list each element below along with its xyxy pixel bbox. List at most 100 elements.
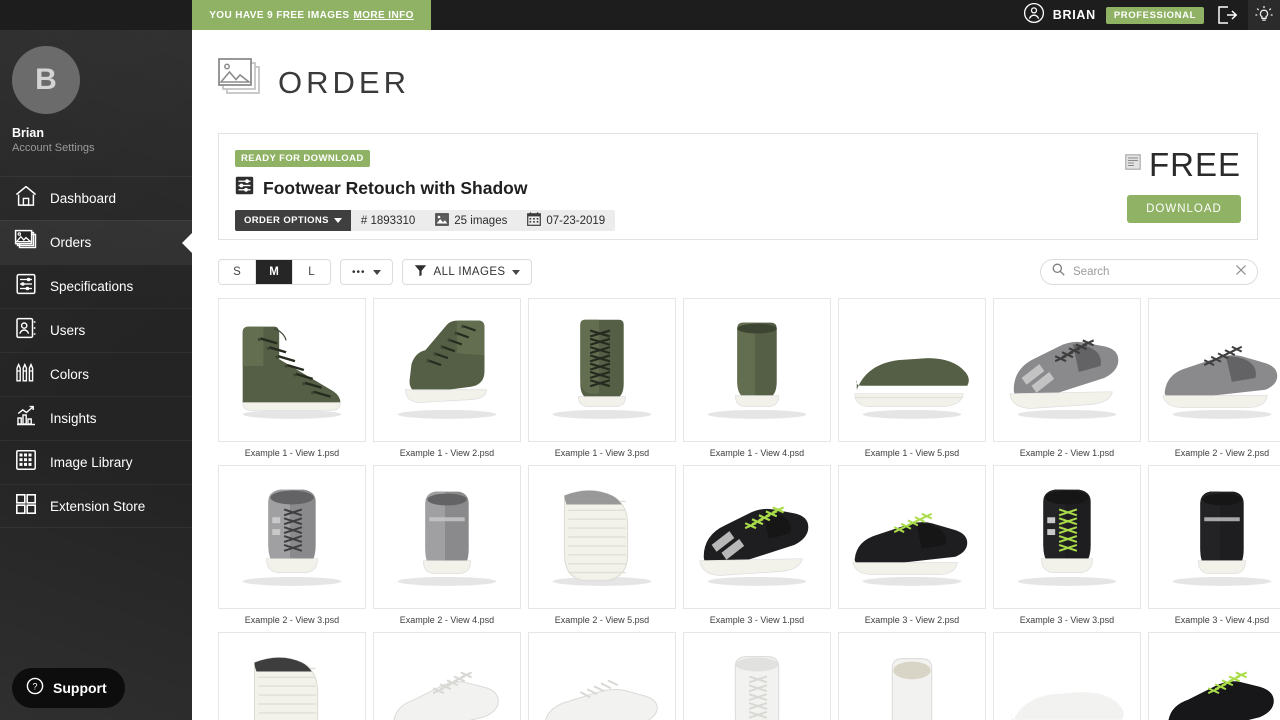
gallery-item[interactable]: Example 3 - View 1.psd: [683, 465, 831, 625]
close-icon[interactable]: [1235, 263, 1247, 281]
image-thumbnail[interactable]: [528, 298, 676, 442]
profile-name: Brian: [12, 126, 44, 140]
images-stack-icon: [218, 58, 264, 107]
account-settings-link[interactable]: Account Settings: [12, 142, 192, 154]
user-avatar-icon: [1023, 2, 1045, 29]
gallery-item[interactable]: Example 3 - View 4.psd: [1148, 465, 1280, 625]
sidebar-item-orders[interactable]: Orders: [0, 220, 192, 264]
sliders-icon: [14, 272, 38, 301]
gallery-item[interactable]: Example 1 - View 5.psd: [838, 298, 986, 458]
free-images-text: YOU HAVE 9 FREE IMAGES: [209, 9, 350, 21]
image-thumbnail[interactable]: [683, 298, 831, 442]
image-thumbnail[interactable]: [993, 465, 1141, 609]
sidebar-item-insights[interactable]: Insights: [0, 396, 192, 440]
sidebar-item-label: Dashboard: [50, 191, 117, 206]
order-date-value: 07-23-2019: [546, 214, 606, 227]
gallery-item[interactable]: Example 1 - View 1.psd: [218, 298, 366, 458]
support-label: Support: [53, 680, 107, 696]
more-info-link[interactable]: MORE INFO: [354, 10, 414, 21]
image-thumbnail[interactable]: [1148, 632, 1280, 720]
image-thumbnail[interactable]: [373, 298, 521, 442]
gallery-item[interactable]: [528, 632, 676, 720]
gallery-item[interactable]: Example 3 - View 3.psd: [993, 465, 1141, 625]
order-options-label: ORDER OPTIONS: [244, 215, 329, 226]
image-thumbnail[interactable]: [993, 632, 1141, 720]
image-thumbnail[interactable]: [683, 465, 831, 609]
gallery-item[interactable]: [993, 632, 1141, 720]
gallery-item[interactable]: Example 2 - View 5.psd: [528, 465, 676, 625]
sidebar-item-dashboard[interactable]: Dashboard: [0, 176, 192, 220]
image-thumbnail[interactable]: [528, 632, 676, 720]
image-thumbnail[interactable]: [838, 465, 986, 609]
image-count: 25 images: [425, 210, 517, 231]
download-button[interactable]: DOWNLOAD: [1127, 195, 1241, 223]
gallery-item[interactable]: [1148, 632, 1280, 720]
sidebar-item-label: Specifications: [50, 279, 134, 294]
sidebar-item-label: Image Library: [50, 455, 133, 470]
lightbulb-icon[interactable]: [1248, 0, 1280, 30]
sidebar-profile[interactable]: B Brian Account Settings: [0, 30, 192, 162]
gallery-item[interactable]: Example 1 - View 4.psd: [683, 298, 831, 458]
plan-badge: PROFESSIONAL: [1105, 6, 1204, 24]
image-filename: Example 3 - View 3.psd: [1019, 615, 1115, 625]
sidebar-item-colors[interactable]: Colors: [0, 352, 192, 396]
image-thumbnail[interactable]: [528, 465, 676, 609]
sidebar-item-extension-store[interactable]: Extension Store: [0, 484, 192, 528]
gallery-item[interactable]: Example 3 - View 2.psd: [838, 465, 986, 625]
size-option-m[interactable]: M: [256, 260, 293, 284]
chevron-down-icon: [512, 269, 521, 275]
four-squares-icon: [14, 492, 38, 521]
sidebar-item-image-library[interactable]: Image Library: [0, 440, 192, 484]
sidebar-item-specifications[interactable]: Specifications: [0, 264, 192, 308]
filter-button[interactable]: ALL IMAGES: [401, 259, 533, 285]
page-header: ORDER: [192, 30, 1280, 107]
image-thumbnail[interactable]: [838, 298, 986, 442]
user-name: BRIAN: [1052, 8, 1096, 22]
sidebar-item-label: Insights: [50, 411, 97, 426]
logout-icon[interactable]: [1216, 5, 1238, 25]
sidebar-item-users[interactable]: Users: [0, 308, 192, 352]
free-images-banner[interactable]: YOU HAVE 9 FREE IMAGES MORE INFO: [192, 0, 431, 30]
gallery-item[interactable]: Example 2 - View 2.psd: [1148, 298, 1280, 458]
gallery-item[interactable]: [373, 632, 521, 720]
image-filename: Example 2 - View 4.psd: [399, 615, 495, 625]
size-option-l[interactable]: L: [293, 260, 330, 284]
gallery-item[interactable]: [218, 632, 366, 720]
active-indicator: [182, 231, 192, 254]
question-circle-icon: ?: [26, 677, 44, 700]
image-filename: Example 2 - View 2.psd: [1174, 448, 1270, 458]
image-thumbnail[interactable]: [218, 298, 366, 442]
image-thumbnail[interactable]: [218, 465, 366, 609]
image-thumbnail[interactable]: [838, 632, 986, 720]
image-thumbnail[interactable]: [1148, 298, 1280, 442]
search-box[interactable]: [1040, 259, 1258, 285]
search-input[interactable]: [1073, 266, 1227, 278]
support-button[interactable]: ? Support: [12, 668, 125, 708]
more-actions-button[interactable]: •••: [340, 259, 393, 285]
gallery-item[interactable]: Example 2 - View 3.psd: [218, 465, 366, 625]
image-thumbnail[interactable]: [373, 632, 521, 720]
sidebar-item-label: Extension Store: [50, 498, 146, 514]
image-filename: Example 1 - View 1.psd: [244, 448, 340, 458]
sidebar-nav: Dashboard Orders Specifications Users Colors…: [0, 176, 192, 528]
image-thumbnail[interactable]: [1148, 465, 1280, 609]
gallery-item[interactable]: [838, 632, 986, 720]
image-thumbnail[interactable]: [373, 465, 521, 609]
gallery-item[interactable]: Example 2 - View 1.psd: [993, 298, 1141, 458]
gallery-item[interactable]: Example 2 - View 4.psd: [373, 465, 521, 625]
image-thumbnail[interactable]: [683, 632, 831, 720]
main-content: ORDER READY FOR DOWNLOAD Footwear Retouc…: [192, 30, 1280, 720]
size-option-s[interactable]: S: [219, 260, 256, 284]
image-filename: Example 1 - View 4.psd: [709, 448, 805, 458]
sidebar-item-label: Users: [50, 323, 86, 338]
gallery-item[interactable]: Example 1 - View 2.psd: [373, 298, 521, 458]
filter-label: ALL IMAGES: [433, 266, 506, 278]
image-thumbnail[interactable]: [993, 298, 1141, 442]
svg-text:?: ?: [32, 681, 37, 691]
order-options-button[interactable]: ORDER OPTIONS: [235, 210, 351, 231]
images-stack-icon: [14, 228, 38, 257]
gallery-item[interactable]: [683, 632, 831, 720]
gallery-item[interactable]: Example 1 - View 3.psd: [528, 298, 676, 458]
user-menu[interactable]: BRIAN: [1023, 2, 1096, 29]
image-thumbnail[interactable]: [218, 632, 366, 720]
